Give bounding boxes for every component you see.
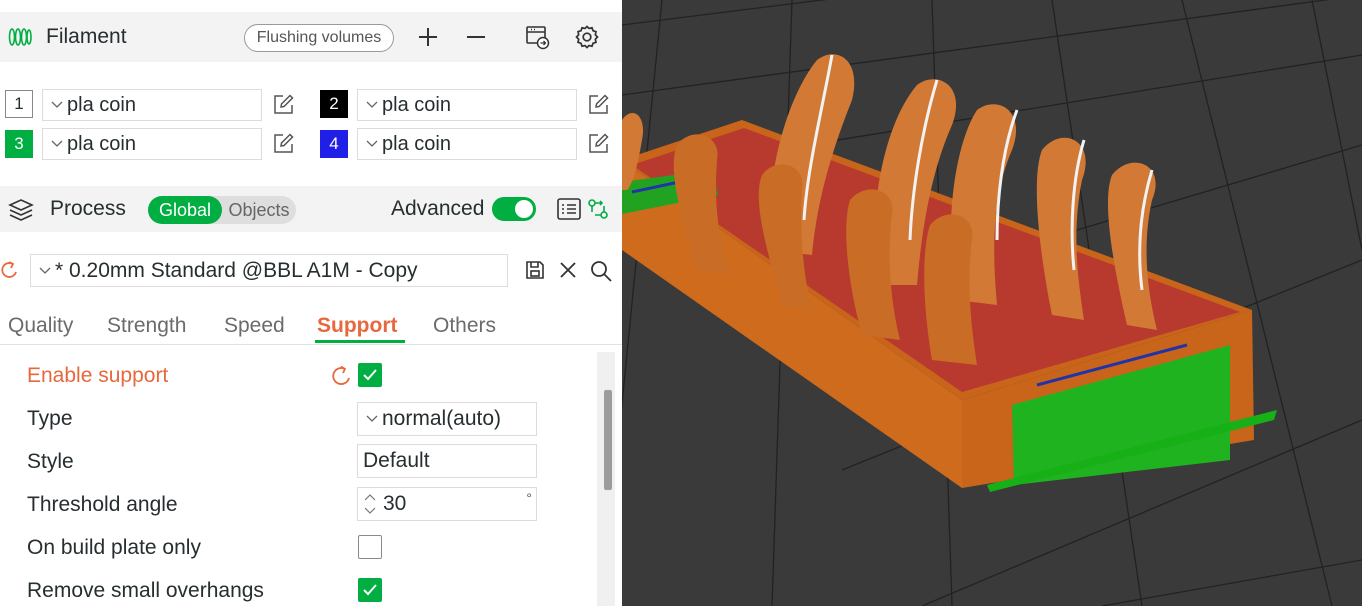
gear-icon[interactable] [574,24,600,50]
tab-support[interactable]: Support [317,314,397,338]
advanced-label: Advanced [391,197,485,220]
filament-select[interactable]: pla coin [357,89,577,121]
reset-icon[interactable] [331,365,353,387]
reset-icon[interactable] [0,260,20,280]
threshold-unit: ° [526,490,532,506]
enable-support-label: Enable support [27,364,169,387]
enable-support-checkbox[interactable] [358,363,382,387]
settings-scrollbar[interactable] [597,352,615,606]
process-preset-select[interactable]: * 0.20mm Standard @BBL A1M - Copy [30,254,508,287]
flushing-volumes-button[interactable]: Flushing volumes [244,24,394,52]
settings-panel: Filament Flushing volumes 1 pla coin 2 p… [0,0,622,606]
chevron-down-icon [366,101,378,108]
advanced-switch[interactable] [492,197,536,221]
check-icon [363,584,377,596]
threshold-angle-label: Threshold angle [27,493,178,516]
filament-slot-number[interactable]: 2 [320,90,348,118]
compare-icon[interactable] [587,198,609,220]
chevron-down-icon [366,415,378,422]
filament-slot-number[interactable]: 4 [320,130,348,158]
type-value: normal(auto) [382,407,502,430]
tab-divider [0,344,622,345]
remove-small-overhangs-label: Remove small overhangs [27,579,264,602]
filament-select[interactable]: pla coin [357,128,577,160]
filament-name: pla coin [67,132,136,155]
edit-icon[interactable] [587,94,609,116]
filament-header: Filament Flushing volumes [0,12,622,62]
3d-viewport[interactable] [622,0,1362,606]
chevron-down-icon [51,140,63,147]
scrollbar-thumb[interactable] [604,390,612,490]
tab-strength[interactable]: Strength [107,314,186,338]
process-title: Process [50,197,126,220]
filament-title: Filament [46,25,127,48]
build-plate-only-checkbox[interactable] [358,535,382,559]
filament-select[interactable]: pla coin [42,89,262,121]
chevron-down-icon [51,101,63,108]
filament-slot-number[interactable]: 1 [5,90,33,118]
tab-speed[interactable]: Speed [224,314,285,338]
check-icon [363,369,377,381]
tab-quality[interactable]: Quality [8,314,73,338]
objects-option[interactable]: Objects [222,196,296,224]
process-layers-icon [8,198,34,222]
global-option[interactable]: Global [148,196,222,224]
type-label: Type [27,407,73,430]
edit-icon[interactable] [272,133,294,155]
spin-arrows-icon[interactable] [363,491,377,517]
search-icon[interactable] [589,259,613,283]
remove-small-overhangs-checkbox[interactable] [358,578,382,602]
sync-printer-icon[interactable] [524,24,550,50]
filament-name: pla coin [67,93,136,116]
global-objects-toggle[interactable]: Global Objects [148,196,296,224]
active-tab-indicator [315,340,405,343]
filament-name: pla coin [382,132,451,155]
minus-icon[interactable] [464,25,488,49]
filament-slot-number[interactable]: 3 [5,130,33,158]
edit-icon[interactable] [272,94,294,116]
chevron-down-icon [39,267,51,274]
chevron-down-icon [366,140,378,147]
style-label: Style [27,450,74,473]
style-select[interactable]: Default [357,444,537,478]
threshold-angle-value: 30 [383,492,407,515]
build-plate-only-label: On build plate only [27,536,201,559]
edit-icon[interactable] [587,133,609,155]
sliced-model-preview[interactable] [622,0,1362,606]
preset-name: * 0.20mm Standard @BBL A1M - Copy [55,258,418,282]
filament-name: pla coin [382,93,451,116]
close-icon[interactable] [557,259,579,281]
style-value: Default [363,449,430,472]
list-icon[interactable] [556,197,582,221]
save-icon[interactable] [524,259,546,281]
filament-spool-icon [8,26,32,48]
process-header: Process Global Objects Advanced [0,186,622,232]
filament-select[interactable]: pla coin [42,128,262,160]
tab-others[interactable]: Others [433,314,496,338]
threshold-angle-spinner[interactable]: 30 ° [357,487,537,521]
type-select[interactable]: normal(auto) [357,402,537,436]
plus-icon[interactable] [416,25,440,49]
